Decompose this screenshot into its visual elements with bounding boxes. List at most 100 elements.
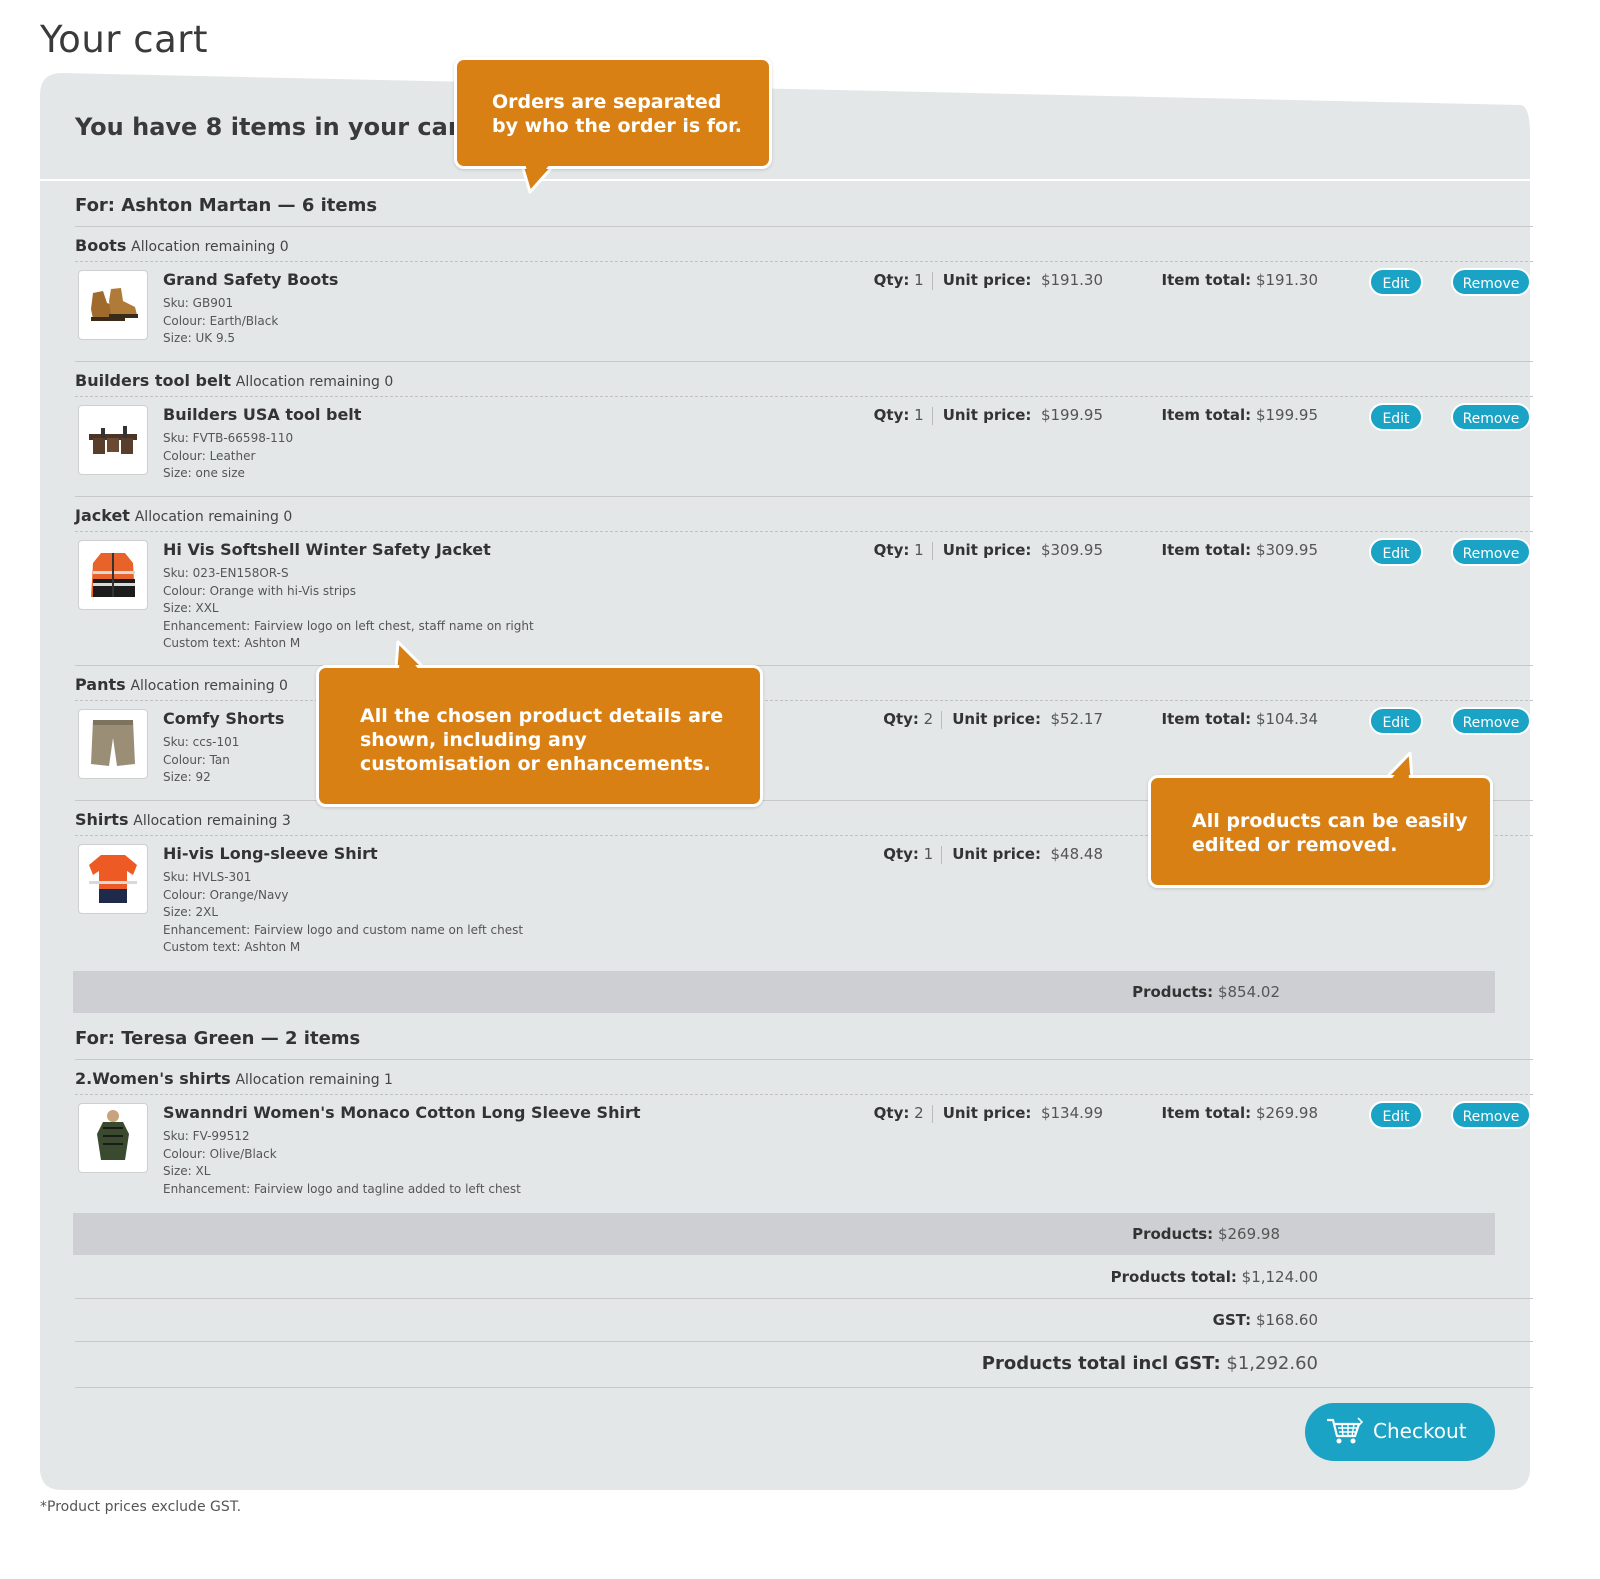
callout-orders: Orders are separated by who the order is… (454, 57, 774, 197)
unit-price-label: Unit price: (942, 1104, 1032, 1122)
allocation-remaining: Allocation remaining 0 (131, 239, 289, 255)
product-sku: Sku: 023-EN158OR-S (163, 566, 289, 580)
product-name[interactable]: Hi-vis Long-sleeve Shirt (163, 844, 378, 863)
product-image[interactable] (78, 1103, 148, 1173)
product-sku: Sku: FVTB-66598-110 (163, 431, 294, 445)
product-sku: Sku: FV-99512 (163, 1129, 250, 1143)
edit-button[interactable]: Edit (1369, 403, 1423, 431)
divider (75, 1341, 1533, 1342)
item-total-label: Item total: (1161, 406, 1252, 424)
item-total-label: Item total: (1161, 271, 1252, 289)
remove-button[interactable]: Remove (1451, 1101, 1531, 1129)
divider (75, 1094, 1533, 1095)
product-size: Size: 92 (163, 770, 211, 784)
divider (75, 700, 1533, 701)
incl-gst-value: $1,292.60 (1226, 1353, 1318, 1374)
item-total: Item total: $104.34 (1162, 710, 1319, 728)
callout-edit: All products can be easily edited or rem… (1148, 752, 1494, 890)
remove-button[interactable]: Remove (1451, 538, 1531, 566)
unit-price-value: $309.95 (1040, 541, 1103, 559)
separator (941, 710, 943, 729)
separator (931, 271, 933, 290)
product-details: Sku: FVTB-66598-110 Colour: Leather Size… (163, 430, 293, 483)
unit-price-label: Unit price: (942, 541, 1032, 559)
item-total-label: Item total: (1161, 710, 1252, 728)
product-image[interactable] (78, 540, 148, 610)
incl-gst-label: Products total incl GST: (981, 1353, 1221, 1374)
cart-item: Builders USA tool belt Sku: FVTB-66598-1… (75, 403, 1533, 485)
qty-label: Qty: (873, 406, 910, 424)
callout-pointer-fill (399, 646, 420, 671)
product-enhancement: Enhancement: Fairview logo on left chest… (163, 618, 534, 633)
order-group-title: For: Ashton Martan — 6 items (75, 195, 378, 216)
product-image[interactable] (78, 709, 148, 779)
allocation-remaining: Allocation remaining 0 (130, 678, 288, 694)
separator (931, 1104, 933, 1123)
qty-price: Qty: 1 Unit price: $199.95 (874, 406, 1103, 425)
remove-button[interactable]: Remove (1451, 268, 1531, 296)
qty-label: Qty: (873, 271, 910, 289)
product-name[interactable]: Swanndri Women's Monaco Cotton Long Slee… (163, 1103, 641, 1122)
remove-button[interactable]: Remove (1451, 403, 1531, 431)
product-colour: Colour: Orange with hi-Vis strips (163, 583, 357, 598)
divider (75, 361, 1533, 362)
edit-button[interactable]: Edit (1369, 268, 1423, 296)
qty-value: 1 (914, 271, 924, 289)
category-header: Jacket Allocation remaining 0 (75, 506, 292, 525)
product-size: Size: 2XL (163, 905, 219, 919)
divider (75, 226, 1533, 227)
product-image[interactable] (78, 844, 148, 914)
category-header: Shirts Allocation remaining 3 (75, 810, 291, 829)
subtotal-bar: Products: $269.98 (73, 1213, 1495, 1255)
unit-price-label: Unit price: (952, 710, 1041, 728)
gst-label: GST: (1212, 1311, 1252, 1329)
separator (941, 845, 943, 864)
cart-item: Swanndri Women's Monaco Cotton Long Slee… (75, 1101, 1533, 1203)
qty-value: 2 (914, 1104, 924, 1122)
gst-footnote: *Product prices exclude GST. (40, 1499, 242, 1515)
qty-price: Qty: 2 Unit price: $134.99 (874, 1104, 1103, 1123)
allocation-remaining: Allocation remaining 0 (134, 509, 293, 525)
callout-pointer-fill (1390, 758, 1409, 781)
divider (75, 665, 1533, 666)
divider (75, 531, 1533, 532)
qty-label: Qty: (883, 710, 919, 728)
subtotal: Products: $854.02 (1132, 983, 1280, 1001)
category-name: Builders tool belt (75, 371, 231, 390)
product-name[interactable]: Builders USA tool belt (163, 405, 361, 424)
qty-value: 1 (914, 406, 924, 424)
products-total-incl-gst: Products total incl GST: $1,292.60 (982, 1353, 1318, 1374)
item-total: Item total: $269.98 (1162, 1104, 1319, 1122)
separator (931, 541, 933, 560)
product-image[interactable] (78, 405, 148, 475)
divider (75, 1059, 1533, 1060)
products-total-label: Products total: (1110, 1268, 1237, 1286)
edit-button[interactable]: Edit (1369, 538, 1423, 566)
remove-button[interactable]: Remove (1451, 707, 1531, 735)
product-name[interactable]: Hi Vis Softshell Winter Safety Jacket (163, 540, 491, 559)
product-colour: Colour: Tan (163, 752, 230, 767)
allocation-remaining: Allocation remaining 3 (133, 813, 291, 829)
edit-button[interactable]: Edit (1369, 1101, 1423, 1129)
qty-value: 1 (914, 541, 924, 559)
product-custom-text: Custom text: Ashton M (163, 940, 301, 954)
qty-label: Qty: (873, 541, 910, 559)
category-name: Shirts (75, 810, 129, 829)
item-total-label: Item total: (1161, 1104, 1252, 1122)
products-total-value: $1,124.00 (1241, 1268, 1318, 1286)
item-total: Item total: $191.30 (1162, 271, 1319, 289)
subtotal: Products: $269.98 (1132, 1225, 1280, 1243)
category-name: 2.Women's shirts (75, 1069, 231, 1088)
category-name: Jacket (75, 506, 130, 525)
product-name[interactable]: Comfy Shorts (163, 709, 284, 728)
edit-button[interactable]: Edit (1369, 707, 1423, 735)
product-details: Sku: FV-99512 Colour: Olive/Black Size: … (163, 1128, 521, 1198)
product-name[interactable]: Grand Safety Boots (163, 270, 338, 289)
checkout-button[interactable]: Checkout (1305, 1403, 1495, 1461)
unit-price-value: $134.99 (1040, 1104, 1103, 1122)
product-image[interactable] (78, 270, 148, 340)
product-sku: Sku: GB901 (163, 296, 234, 310)
subtotal-value: $269.98 (1217, 1225, 1280, 1243)
product-colour: Colour: Orange/Navy (163, 887, 289, 902)
item-total-value: $199.95 (1255, 406, 1318, 424)
